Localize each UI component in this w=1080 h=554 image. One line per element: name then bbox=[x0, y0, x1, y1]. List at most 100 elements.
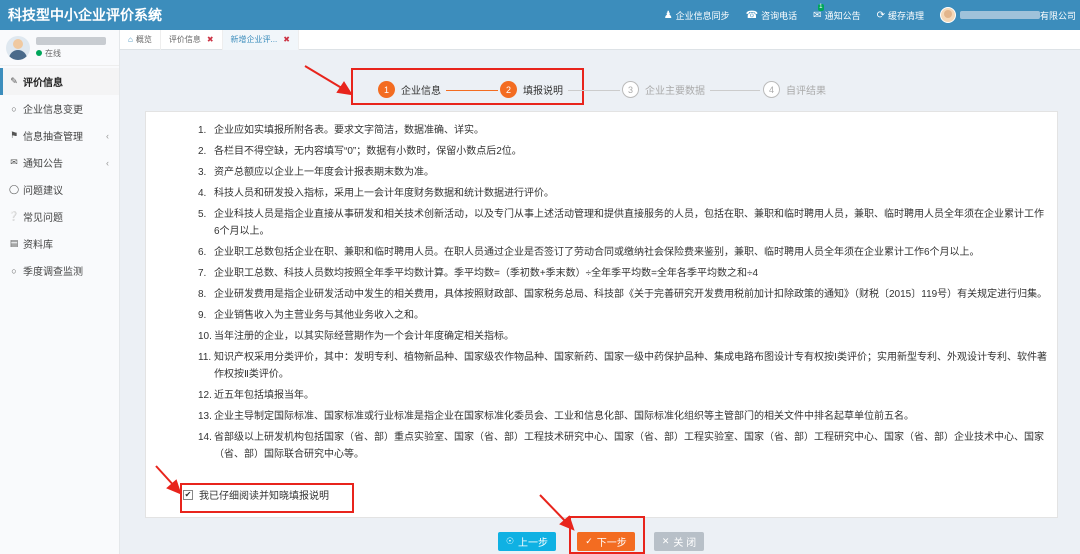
instructions-list: 1. 企业应如实填报所附各表。要求文字简洁，数据准确、详实。 2. 各栏目不得空缺，无… bbox=[198, 122, 1048, 467]
close-icon[interactable]: ✖ bbox=[283, 35, 290, 44]
next-button[interactable]: ✓ 下一步 bbox=[577, 532, 635, 551]
instruction-item: 8. 企业研发费用是指企业研发活动中发生的相关费用，具体按照财政部、国家税务总局、… bbox=[198, 286, 1048, 303]
sidebar-item-label: 常见问题 bbox=[23, 213, 63, 224]
agree-checkbox[interactable]: ✔ bbox=[183, 489, 193, 500]
close-button[interactable]: ✕ 关 闭 bbox=[654, 532, 704, 551]
tab-new-evaluation[interactable]: 新增企业评... ✖ bbox=[222, 29, 299, 50]
instruction-item: 5. 企业科技人员是指企业直接从事研发和相关技术创新活动，以及专门从事上述活动管理… bbox=[198, 206, 1048, 240]
close-button-label: 关 闭 bbox=[673, 538, 697, 549]
instruction-number: 11. bbox=[198, 352, 212, 363]
step-label: 企业信息 bbox=[401, 86, 441, 97]
close-icon[interactable]: ✖ bbox=[207, 35, 214, 44]
top-item-phone-label: 咨询电话 bbox=[761, 10, 798, 21]
instruction-text: 企业主导制定国际标准、国家标准或行业标准是指企业在国家标准化委员会、工业和信息化… bbox=[214, 411, 914, 422]
comment-icon: ◯ bbox=[8, 184, 20, 194]
online-dot-icon bbox=[36, 49, 42, 56]
instruction-item: 7. 企业职工总数、科技人员数均按照全年季平均数计算。季平均数=（季初数+季末数）… bbox=[198, 265, 1048, 282]
instruction-item: 9. 企业销售收入为主营业务与其他业务收入之和。 bbox=[198, 307, 1048, 324]
check-circle-icon: ✓ bbox=[585, 536, 593, 546]
sidebar-item-info-change[interactable]: ○ 企业信息变更 bbox=[0, 95, 119, 122]
sidebar-item-faq[interactable]: ❔ 常见问题 bbox=[0, 203, 119, 230]
top-item-notice-label: 通知公告 bbox=[824, 10, 861, 21]
avatar bbox=[939, 7, 956, 23]
instruction-item: 10. 当年注册的企业，以其实际经营期作为一个会计年度确定相关指标。 bbox=[198, 328, 1048, 345]
instruction-item: 6. 企业职工总数包括企业在职、兼职和临时聘用人员。在职人员通过企业是否签订了劳动… bbox=[198, 244, 1048, 261]
sidebar-item-quarterly[interactable]: ○ 季度调查监测 bbox=[0, 257, 119, 284]
user-menu[interactable]: 有限公司 bbox=[932, 0, 1080, 30]
step-number: 2 bbox=[500, 81, 517, 98]
online-status: 在线 bbox=[36, 48, 106, 59]
close-icon: ✕ bbox=[661, 536, 670, 546]
top-item-cache[interactable]: ⟳ 缓存清理 bbox=[869, 0, 932, 30]
instruction-text: 当年注册的企业，以其实际经营期作为一个会计年度确定相关指标。 bbox=[214, 331, 514, 342]
sidebar-item-label: 信息抽查管理 bbox=[23, 132, 83, 143]
circle-left-icon: ☉ bbox=[505, 536, 515, 546]
instruction-number: 13. bbox=[198, 411, 212, 422]
sidebar-item-label: 企业信息变更 bbox=[23, 105, 83, 116]
instruction-item: 1. 企业应如实填报所附各表。要求文字简洁，数据准确、详实。 bbox=[198, 122, 1048, 139]
instruction-number: 4. bbox=[198, 188, 207, 199]
instruction-number: 14. bbox=[198, 432, 212, 443]
sidebar-item-label: 问题建议 bbox=[23, 186, 63, 197]
envelope-icon: ✉ bbox=[10, 157, 18, 167]
instruction-text: 科技人员和研发投入指标，采用上一会计年度财务数据和统计数据进行评价。 bbox=[214, 188, 554, 199]
sidebar-item-label: 季度调查监测 bbox=[23, 267, 83, 278]
top-item-notice[interactable]: ✉ 1 通知公告 bbox=[805, 0, 868, 30]
sidebar-menu: ✎ 评价信息 ○ 企业信息变更 ⚑ 信息抽查管理 ‹ ✉ 通知公告 ‹ ◯ 问题… bbox=[0, 68, 119, 284]
step-4: 4 自评结果 bbox=[763, 81, 826, 98]
step-wizard: 1 企业信息 2 填报说明 3 企业主要数据 4 自评结果 bbox=[120, 50, 1080, 110]
envelope-icon: ✉ 1 bbox=[813, 3, 824, 21]
step-2: 2 填报说明 bbox=[500, 81, 563, 98]
instruction-number: 1. bbox=[198, 125, 207, 136]
instruction-item: 2. 各栏目不得空缺，无内容填写“0”；数据有小数时，保留小数点后2位。 bbox=[198, 143, 1048, 160]
tab-overview[interactable]: ⌂ 概览 bbox=[120, 29, 161, 50]
agree-checkbox-row[interactable]: ✔ 我已仔细阅读并知晓填报说明 bbox=[183, 487, 329, 502]
sidebar-item-spot-check[interactable]: ⚑ 信息抽查管理 ‹ bbox=[0, 122, 119, 149]
step-1: 1 企业信息 bbox=[378, 81, 441, 98]
user-panel: 在线 bbox=[0, 30, 119, 66]
agree-label: 我已仔细阅读并知晓填报说明 bbox=[199, 491, 329, 502]
instruction-item: 3. 资产总额应以企业上一年度会计报表期末数为准。 bbox=[198, 164, 1048, 181]
step-3: 3 企业主要数据 bbox=[622, 81, 705, 98]
sidebar-item-notice[interactable]: ✉ 通知公告 ‹ bbox=[0, 149, 119, 176]
step-connector bbox=[568, 90, 620, 91]
instruction-item: 13. 企业主导制定国际标准、国家标准或行业标准是指企业在国家标准化委员会、工业和… bbox=[198, 408, 1048, 425]
instruction-text: 企业职工总数、科技人员数均按照全年季平均数计算。季平均数=（季初数+季末数）÷全… bbox=[214, 268, 759, 279]
instruction-number: 12. bbox=[198, 390, 212, 401]
top-item-cache-label: 缓存清理 bbox=[887, 10, 924, 21]
instruction-number: 10. bbox=[198, 331, 212, 342]
instructions-panel: 1. 企业应如实填报所附各表。要求文字简洁，数据准确、详实。 2. 各栏目不得空缺，无… bbox=[145, 111, 1058, 518]
top-navbar: 科技型中小企业评价系统 ≡ ♟ 企业信息同步 ☎ 咨询电话 ✉ 1 通知公告 ⟳ … bbox=[0, 0, 1080, 30]
sidebar-item-library[interactable]: ▤ 资料库 bbox=[0, 230, 119, 257]
instruction-number: 8. bbox=[198, 289, 207, 300]
folder-icon: ▤ bbox=[9, 238, 19, 248]
tab-label: 评价信息 bbox=[168, 35, 201, 44]
top-item-phone[interactable]: ☎ 咨询电话 bbox=[738, 0, 805, 30]
sidebar-item-label: 资料库 bbox=[23, 240, 53, 251]
prev-button[interactable]: ☉ 上一步 bbox=[498, 532, 556, 551]
sidebar: 在线 ✎ 评价信息 ○ 企业信息变更 ⚑ 信息抽查管理 ‹ ✉ 通知公告 ‹ ◯… bbox=[0, 30, 120, 554]
tab-evaluation[interactable]: 评价信息 ✖ bbox=[161, 29, 223, 50]
instruction-text: 资产总额应以企业上一年度会计报表期末数为准。 bbox=[214, 167, 434, 178]
instruction-text: 企业应如实填报所附各表。要求文字简洁，数据准确、详实。 bbox=[214, 125, 484, 136]
sidebar-item-suggestion[interactable]: ◯ 问题建议 bbox=[0, 176, 119, 203]
sidebar-item-label: 评价信息 bbox=[23, 78, 63, 89]
company-suffix: 有限公司 bbox=[1039, 10, 1076, 21]
tag-icon: ⚑ bbox=[9, 130, 19, 140]
step-number: 4 bbox=[763, 81, 780, 98]
instruction-number: 2. bbox=[198, 146, 207, 157]
question-icon: ❔ bbox=[8, 211, 20, 221]
tab-label: 概览 bbox=[135, 35, 152, 44]
company-name-redacted bbox=[959, 11, 1040, 19]
instruction-text: 近五年包括填报当年。 bbox=[214, 390, 314, 401]
chevron-left-icon: ‹ bbox=[106, 157, 109, 168]
top-item-sync[interactable]: ♟ 企业信息同步 bbox=[656, 0, 738, 30]
chevron-left-icon: ‹ bbox=[106, 130, 109, 141]
menu-toggle-icon[interactable]: ≡ bbox=[150, 7, 168, 23]
step-connector bbox=[710, 90, 760, 91]
instruction-text: 省部级以上研发机构包括国家（省、部）重点实验室、国家（省、部）工程技术研究中心、… bbox=[214, 432, 1044, 460]
circle-icon: ○ bbox=[11, 103, 17, 114]
step-connector bbox=[446, 90, 498, 91]
sidebar-item-evaluation[interactable]: ✎ 评价信息 bbox=[0, 68, 119, 95]
top-item-sync-label: 企业信息同步 bbox=[675, 10, 730, 21]
